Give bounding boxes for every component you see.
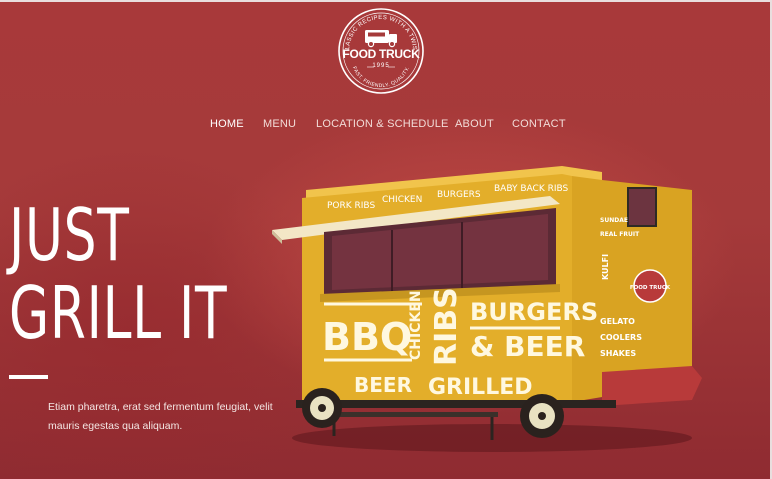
rear-text-shakes: SHAKES bbox=[600, 349, 636, 358]
truck-icon bbox=[365, 30, 397, 48]
rear-badge-text: FOOD TRUCK bbox=[630, 285, 671, 291]
truck-wheel-rear bbox=[520, 394, 564, 438]
awning-text-burgers: BURGERS bbox=[437, 190, 481, 200]
hero-description: Etiam pharetra, erat sed fermentum feugi… bbox=[48, 401, 273, 432]
side-text-beer: BEER bbox=[354, 373, 412, 397]
nav-item-menu[interactable]: MENU bbox=[263, 118, 296, 130]
nav-item-location-schedule[interactable]: LOCATION & SCHEDULE bbox=[316, 118, 449, 130]
food-truck-logo[interactable]: CLASSIC RECIPES WITH A TWIST FAST. FRIEN… bbox=[337, 7, 425, 95]
side-text-grilled: GRILLED bbox=[428, 375, 533, 400]
rear-text-sundae: SUNDAE bbox=[600, 217, 628, 224]
side-text-burgers: BURGERS bbox=[470, 298, 598, 326]
side-text-and-beer: & BEER bbox=[470, 330, 585, 363]
side-text-bbq: BBQ bbox=[322, 315, 412, 359]
awning-text-baby-back-ribs: BABY BACK RIBS bbox=[494, 184, 569, 194]
nav-item-home[interactable]: HOME bbox=[210, 118, 244, 130]
awning-text-pork-ribs: PORK RIBS bbox=[327, 201, 375, 211]
rear-text-real-fruit: REAL FRUIT bbox=[600, 231, 640, 238]
nav-item-contact[interactable]: CONTACT bbox=[512, 118, 566, 130]
awning-text-chicken: CHICKEN bbox=[382, 195, 422, 205]
side-text-chicken: CHICKEN bbox=[408, 290, 424, 360]
hero-section: CLASSIC RECIPES WITH A TWIST FAST. FRIEN… bbox=[0, 0, 772, 479]
rear-text-kulfi: KULFI bbox=[601, 254, 610, 280]
svg-text:FAST. FRIENDLY. QUALITY.: FAST. FRIENDLY. QUALITY. bbox=[351, 66, 411, 89]
headline-line-2: GRILL IT bbox=[9, 271, 228, 355]
truck-wheel-front bbox=[302, 388, 342, 428]
logo-title: FOOD TRUCK bbox=[342, 47, 420, 61]
logo-year: 1995 bbox=[372, 63, 390, 69]
logo-arc-bottom: FAST. FRIENDLY. QUALITY. bbox=[351, 66, 411, 89]
headline-line-1: JUST bbox=[9, 193, 130, 277]
rear-text-gelato: GELATO bbox=[600, 317, 635, 326]
main-navigation: HOME MENU LOCATION & SCHEDULE ABOUT CONT… bbox=[0, 118, 772, 132]
rear-text-coolers: COOLERS bbox=[600, 333, 642, 342]
window-border-top bbox=[0, 0, 772, 2]
nav-item-about[interactable]: ABOUT bbox=[455, 118, 494, 130]
headline-underline bbox=[9, 375, 48, 379]
side-text-ribs: RIBS bbox=[429, 287, 464, 366]
food-truck-illustration: PORK RIBS CHICKEN BURGERS BABY BACK RIBS… bbox=[272, 166, 702, 452]
hero-headline: JUST GRILL IT bbox=[9, 196, 312, 352]
food-truck-image: PORK RIBS CHICKEN BURGERS BABY BACK RIBS… bbox=[272, 160, 712, 460]
